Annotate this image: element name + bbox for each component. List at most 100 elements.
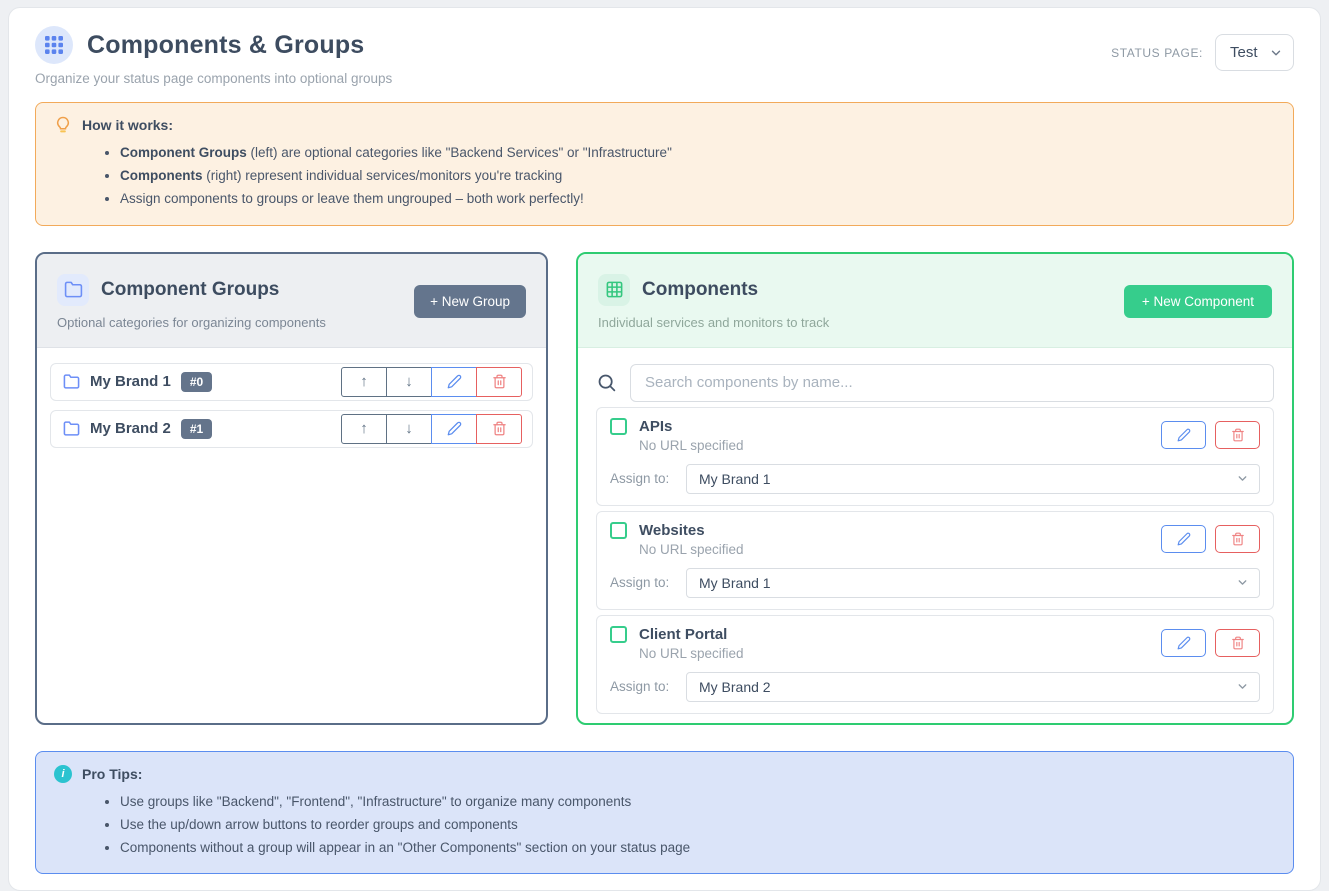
group-order-badge: #0 xyxy=(181,372,212,392)
move-up-button[interactable]: ↑ xyxy=(341,367,387,397)
table-grid-icon xyxy=(605,280,624,299)
how-it-works-list: Component Groups (left) are optional cat… xyxy=(54,141,1275,211)
component-url-status: No URL specified xyxy=(639,438,744,453)
component-checkbox[interactable] xyxy=(610,522,627,539)
search-input[interactable] xyxy=(630,364,1274,402)
bullet-item: Use groups like "Backend", "Frontend", "… xyxy=(120,790,1275,813)
down-arrow-icon: ↓ xyxy=(405,373,413,390)
components-body: APIs No URL specified xyxy=(578,348,1292,725)
assigned-group-value: My Brand 1 xyxy=(699,471,771,487)
page-card: Components & Groups Organize your status… xyxy=(8,7,1321,891)
pencil-icon xyxy=(1177,636,1191,650)
up-arrow-icon: ↑ xyxy=(360,373,368,390)
chevron-down-icon xyxy=(1236,472,1249,485)
component-url-status: No URL specified xyxy=(639,646,744,661)
move-down-button[interactable]: ↓ xyxy=(386,414,432,444)
trash-icon xyxy=(1231,428,1245,442)
delete-component-button[interactable] xyxy=(1215,629,1260,657)
search-row xyxy=(596,364,1274,402)
group-order-badge: #1 xyxy=(181,419,212,439)
component-url-status: No URL specified xyxy=(639,542,744,557)
pencil-icon xyxy=(1177,428,1191,442)
groups-panel-subtitle: Optional categories for organizing compo… xyxy=(57,315,326,330)
how-it-works-title: How it works: xyxy=(82,117,173,133)
status-page-selected-value: Test xyxy=(1230,44,1258,61)
edit-component-button[interactable] xyxy=(1161,629,1206,657)
assign-group-select[interactable]: My Brand 1 xyxy=(686,568,1260,598)
component-card: Client Portal No URL specified xyxy=(596,615,1274,714)
bullet-item: Use the up/down arrow buttons to reorder… xyxy=(120,813,1275,836)
group-name: My Brand 1 xyxy=(90,373,171,390)
bullet-item: Components (right) represent individual … xyxy=(120,164,1275,187)
component-checkbox[interactable] xyxy=(610,418,627,435)
grid-apps-icon xyxy=(44,35,64,55)
bullet-item: Assign components to groups or leave the… xyxy=(120,187,1275,210)
pencil-icon xyxy=(1177,532,1191,546)
folder-icon xyxy=(63,373,80,390)
assign-to-label: Assign to: xyxy=(610,575,686,590)
component-card: APIs No URL specified xyxy=(596,407,1274,506)
component-name: Websites xyxy=(639,522,705,539)
assign-group-select[interactable]: My Brand 2 xyxy=(686,672,1260,702)
delete-component-button[interactable] xyxy=(1215,421,1260,449)
component-name: Client Portal xyxy=(639,626,727,643)
info-icon xyxy=(54,765,72,783)
delete-component-button[interactable] xyxy=(1215,525,1260,553)
table-grid-badge xyxy=(598,274,630,306)
page-header: Components & Groups Organize your status… xyxy=(35,26,1294,86)
trash-icon xyxy=(492,374,507,389)
assign-group-select[interactable]: My Brand 1 xyxy=(686,464,1260,494)
page-title: Components & Groups xyxy=(87,31,364,60)
folder-badge xyxy=(57,274,89,306)
trash-icon xyxy=(1231,636,1245,650)
bullet-item: Components without a group will appear i… xyxy=(120,836,1275,859)
edit-component-button[interactable] xyxy=(1161,421,1206,449)
pro-tips-title: Pro Tips: xyxy=(82,766,142,782)
component-groups-panel: Component Groups Optional categories for… xyxy=(35,252,548,725)
delete-group-button[interactable] xyxy=(476,414,522,444)
groups-panel-header: Component Groups Optional categories for… xyxy=(37,254,546,348)
pencil-icon xyxy=(447,374,462,389)
groups-list: My Brand 1 #0 ↑ ↓ xyxy=(37,348,546,472)
pro-tips-list: Use groups like "Backend", "Frontend", "… xyxy=(54,790,1275,860)
edit-group-button[interactable] xyxy=(431,414,477,444)
assigned-group-value: My Brand 2 xyxy=(699,679,771,695)
pro-tips-box: Pro Tips: Use groups like "Backend", "Fr… xyxy=(35,751,1294,875)
bullet-item: Component Groups (left) are optional cat… xyxy=(120,141,1275,164)
group-row: My Brand 1 #0 ↑ ↓ xyxy=(50,363,533,401)
assigned-group-value: My Brand 1 xyxy=(699,575,771,591)
assign-to-label: Assign to: xyxy=(610,679,686,694)
how-it-works-box: How it works: Component Groups (left) ar… xyxy=(35,102,1294,226)
trash-icon xyxy=(1231,532,1245,546)
new-component-button[interactable]: + New Component xyxy=(1124,285,1272,318)
components-groups-badge xyxy=(35,26,73,64)
move-up-button[interactable]: ↑ xyxy=(341,414,387,444)
group-actions: ↑ ↓ xyxy=(341,414,522,444)
folder-icon xyxy=(64,280,83,299)
components-panel-header: Components Individual services and monit… xyxy=(578,254,1292,348)
page-subtitle: Organize your status page components int… xyxy=(35,71,1294,86)
lightbulb-icon xyxy=(54,116,72,134)
group-actions: ↑ ↓ xyxy=(341,367,522,397)
folder-icon xyxy=(63,420,80,437)
assign-to-label: Assign to: xyxy=(610,471,686,486)
delete-group-button[interactable] xyxy=(476,367,522,397)
chevron-down-icon xyxy=(1236,576,1249,589)
search-icon xyxy=(596,372,617,393)
component-name: APIs xyxy=(639,418,672,435)
status-page-picker: STATUS PAGE: Test xyxy=(1111,34,1294,71)
components-panel: Components Individual services and monit… xyxy=(576,252,1294,725)
new-group-button[interactable]: + New Group xyxy=(414,285,526,318)
component-checkbox[interactable] xyxy=(610,626,627,643)
status-page-select[interactable]: Test xyxy=(1215,34,1294,71)
down-arrow-icon: ↓ xyxy=(405,420,413,437)
group-name: My Brand 2 xyxy=(90,420,171,437)
chevron-down-icon xyxy=(1236,680,1249,693)
group-row: My Brand 2 #1 ↑ ↓ xyxy=(50,410,533,448)
panels-row: Component Groups Optional categories for… xyxy=(35,252,1294,725)
components-panel-subtitle: Individual services and monitors to trac… xyxy=(598,315,829,330)
move-down-button[interactable]: ↓ xyxy=(386,367,432,397)
edit-group-button[interactable] xyxy=(431,367,477,397)
pencil-icon xyxy=(447,421,462,436)
edit-component-button[interactable] xyxy=(1161,525,1206,553)
